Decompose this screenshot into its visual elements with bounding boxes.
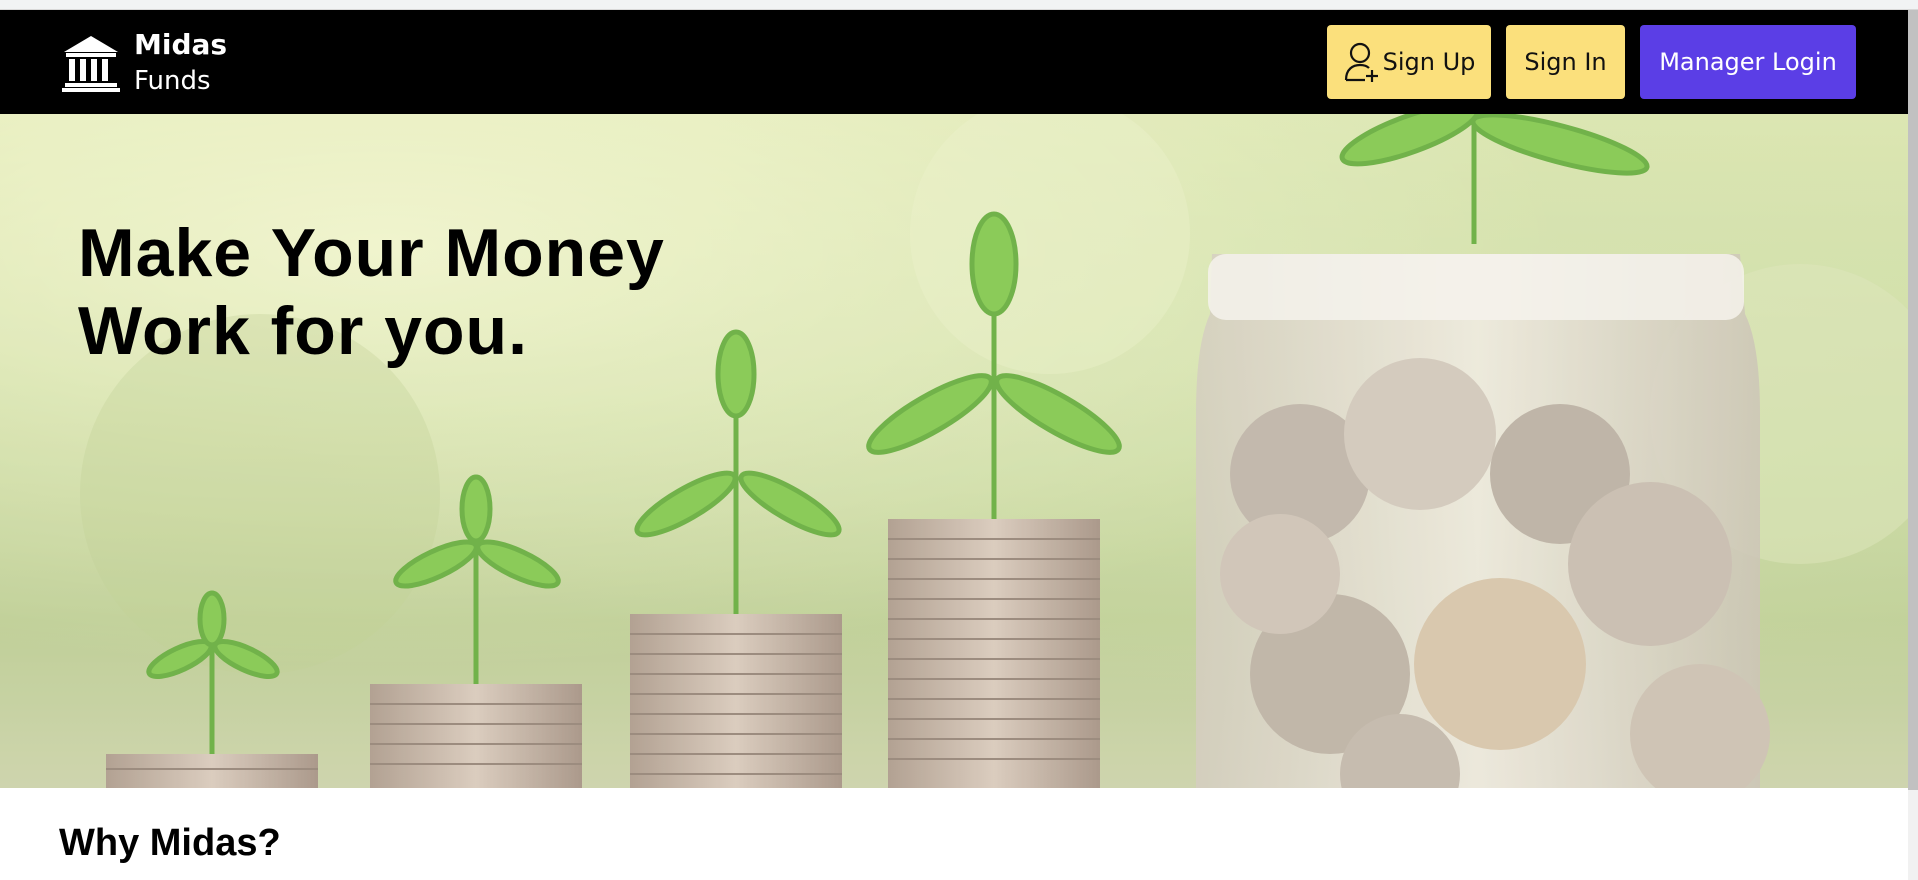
sign-up-button[interactable]: Sign Up <box>1327 25 1491 99</box>
sign-in-label: Sign In <box>1524 48 1607 76</box>
brand-text: Midas Funds <box>134 27 227 99</box>
browser-top-strip <box>0 0 1918 10</box>
hero-title-line-2: Work for you. <box>78 293 528 369</box>
sign-in-button[interactable]: Sign In <box>1506 25 1625 99</box>
bank-building-icon <box>62 36 120 92</box>
user-add-icon <box>1344 42 1378 82</box>
sign-up-label: Sign Up <box>1382 48 1476 76</box>
brand-logo[interactable]: Midas Funds <box>60 28 227 98</box>
brand-name: Midas <box>134 28 228 61</box>
scrollbar-thumb[interactable] <box>1908 10 1918 790</box>
hero-title-line-1: Make Your Money <box>78 215 665 291</box>
hero-banner: Make Your Money Work for you. <box>0 114 1908 788</box>
hero-title: Make Your Money Work for you. <box>78 214 665 370</box>
manager-login-label: Manager Login <box>1659 48 1837 76</box>
manager-login-button[interactable]: Manager Login <box>1640 25 1856 99</box>
brand-subtitle: Funds <box>134 66 211 96</box>
why-midas-heading: Why Midas? <box>59 822 281 864</box>
navbar: Midas Funds Sign Up Sign In Manager Logi… <box>0 10 1908 114</box>
